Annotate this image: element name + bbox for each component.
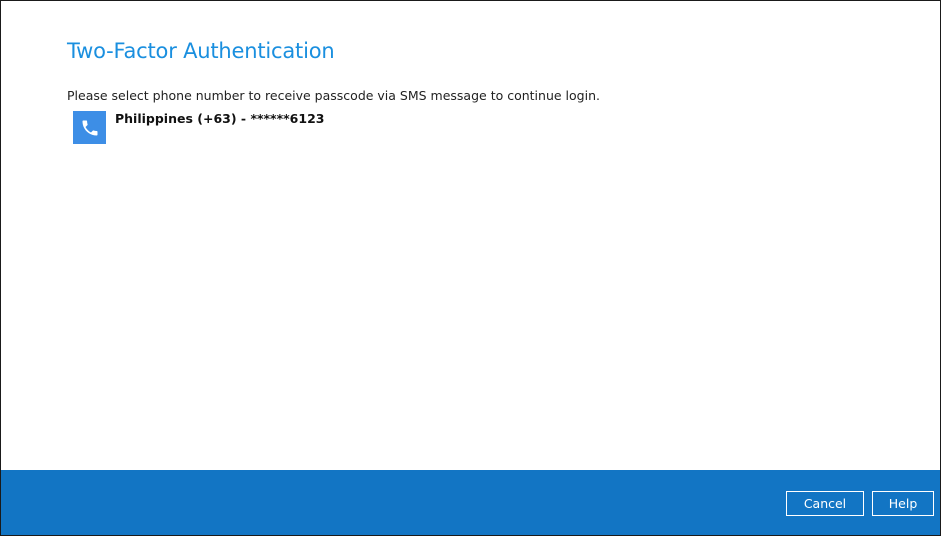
phone-icon-glyph (82, 120, 97, 135)
cancel-button[interactable]: Cancel (786, 491, 864, 516)
two-factor-dialog: Two-Factor Authentication Please select … (0, 0, 941, 536)
help-button[interactable]: Help (872, 491, 934, 516)
dialog-title: Two-Factor Authentication (67, 39, 335, 63)
dialog-content: Two-Factor Authentication Please select … (1, 1, 940, 470)
dialog-footer: Cancel Help (1, 470, 940, 535)
phone-option-philippines[interactable]: Philippines (+63) - ******6123 (73, 111, 324, 144)
phone-option-label: Philippines (+63) - ******6123 (115, 111, 325, 126)
instruction-text: Please select phone number to receive pa… (67, 88, 600, 103)
phone-icon (73, 111, 106, 144)
